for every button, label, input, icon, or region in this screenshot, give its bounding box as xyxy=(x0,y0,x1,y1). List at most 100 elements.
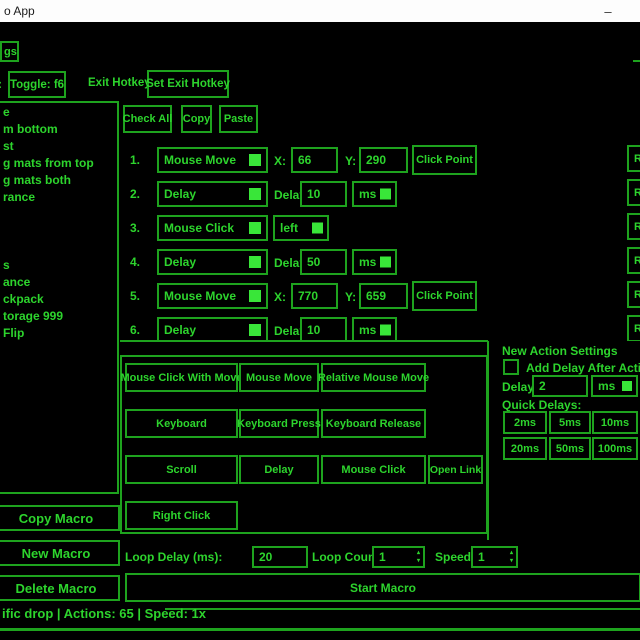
relative-mouse-move-button[interactable]: Relative Mouse Move xyxy=(321,363,426,392)
quick-delay-button[interactable]: 20ms xyxy=(503,437,547,460)
spinner-down-icon[interactable]: ▾ xyxy=(417,557,420,565)
paste-button[interactable]: Paste xyxy=(219,105,258,133)
x-label: X: xyxy=(274,154,286,168)
spinner-down-icon[interactable]: ▾ xyxy=(510,557,513,565)
action-type-dropdown[interactable]: Mouse Move xyxy=(157,147,268,173)
action-list-bottom-divider xyxy=(120,340,488,342)
right-click-button[interactable]: Right Click xyxy=(125,501,238,530)
action-type-dropdown[interactable]: Delay xyxy=(157,249,268,275)
remove-button[interactable]: R xyxy=(627,179,640,206)
list-item[interactable]: torage 999 xyxy=(3,309,117,326)
tabstrip-edge-divider xyxy=(633,60,640,62)
remove-button[interactable]: R xyxy=(627,315,640,341)
action-type-value: Delay xyxy=(164,323,196,337)
remove-button[interactable]: R xyxy=(627,213,640,240)
unit-dropdown[interactable]: ms xyxy=(352,317,397,341)
statusbar-top-divider xyxy=(165,608,640,610)
list-item[interactable]: ckpack xyxy=(3,292,117,309)
list-item[interactable]: rance xyxy=(3,190,117,207)
click-point-button[interactable]: Click Point xyxy=(412,281,477,311)
hotkey-label-fragment: : xyxy=(0,77,2,91)
remove-button[interactable]: R xyxy=(627,281,640,308)
add-delay-checkbox[interactable] xyxy=(503,359,519,375)
list-item[interactable]: m bottom xyxy=(3,122,117,139)
spinner-up-icon[interactable]: ▴ xyxy=(417,549,420,557)
delay-button[interactable]: Delay xyxy=(239,455,319,484)
title-bar: o App – xyxy=(0,0,640,22)
loop-delay-input[interactable]: 20 xyxy=(252,546,308,568)
dropdown-indicator-icon xyxy=(249,290,261,302)
keyboard-press-button[interactable]: Keyboard Press xyxy=(239,409,319,438)
list-item[interactable]: e xyxy=(3,105,117,122)
status-text: ific drop | Actions: 65 | Speed: 1x xyxy=(2,606,206,621)
action-number: 2. xyxy=(130,187,140,201)
x-input[interactable]: 66 xyxy=(291,147,338,173)
y-input[interactable]: 659 xyxy=(359,283,408,309)
keyboard-button[interactable]: Keyboard xyxy=(125,409,238,438)
delay-input[interactable]: 50 xyxy=(300,249,347,275)
toggle-hotkey-button[interactable]: Toggle: f6 xyxy=(8,71,66,98)
list-item[interactable] xyxy=(3,207,117,224)
settings-delay-unit-dropdown[interactable]: ms xyxy=(591,375,638,397)
new-action-settings-title: New Action Settings xyxy=(502,344,618,358)
macro-listbox[interactable]: e m bottom st g mats from top g mats bot… xyxy=(0,101,119,494)
unit-dropdown[interactable]: ms xyxy=(352,181,397,207)
delay-input[interactable]: 10 xyxy=(300,317,347,341)
list-item[interactable]: g mats from top xyxy=(3,156,117,173)
loop-delay-label: Loop Delay (ms): xyxy=(125,550,222,564)
set-exit-hotkey-button[interactable]: Set Exit Hotkey xyxy=(147,70,229,98)
x-input[interactable]: 770 xyxy=(291,283,338,309)
open-link-button[interactable]: Open Link xyxy=(428,455,483,484)
spinner-up-icon[interactable]: ▴ xyxy=(510,549,513,557)
action-type-value: Mouse Move xyxy=(164,153,236,167)
dropdown-indicator-icon xyxy=(249,324,261,336)
mouse-click-button[interactable]: Mouse Click xyxy=(321,455,426,484)
quick-delay-button[interactable]: 50ms xyxy=(549,437,591,460)
click-point-button[interactable]: Click Point xyxy=(412,145,477,175)
list-item[interactable]: g mats both xyxy=(3,173,117,190)
mouse-click-with-move-button[interactable]: Mouse Click With Move xyxy=(125,363,238,392)
delay-input[interactable]: 10 xyxy=(300,181,347,207)
minimize-button[interactable]: – xyxy=(592,0,624,22)
copy-button[interactable]: Copy xyxy=(181,105,212,133)
start-macro-button[interactable]: Start Macro xyxy=(125,573,640,602)
delete-macro-button[interactable]: Delete Macro xyxy=(0,575,120,601)
list-item[interactable]: s xyxy=(3,258,117,275)
settings-delay-input[interactable]: 2 xyxy=(532,375,588,397)
list-item[interactable]: st xyxy=(3,139,117,156)
spinner-arrows: ▴ ▾ xyxy=(510,549,513,565)
action-type-dropdown[interactable]: Mouse Click xyxy=(157,215,268,241)
speed-spinner[interactable]: 1 ▴ ▾ xyxy=(471,546,518,568)
tab-settings[interactable]: gs xyxy=(0,41,19,62)
dropdown-indicator-icon xyxy=(249,188,261,200)
remove-button[interactable]: R xyxy=(627,247,640,274)
quick-delay-button[interactable]: 5ms xyxy=(549,411,591,434)
spinner-arrows: ▴ ▾ xyxy=(417,549,420,565)
scroll-button[interactable]: Scroll xyxy=(125,455,238,484)
loop-count-spinner[interactable]: 1 ▴ ▾ xyxy=(372,546,425,568)
action-type-dropdown[interactable]: Delay xyxy=(157,181,268,207)
quick-delay-button[interactable]: 100ms xyxy=(592,437,638,460)
action-type-dropdown[interactable]: Delay xyxy=(157,317,268,341)
new-macro-button[interactable]: New Macro xyxy=(0,540,120,566)
remove-button[interactable]: R xyxy=(627,145,640,172)
speed-value: 1 xyxy=(478,550,485,564)
keyboard-release-button[interactable]: Keyboard Release xyxy=(321,409,426,438)
mouse-move-button[interactable]: Mouse Move xyxy=(239,363,319,392)
list-item[interactable]: Flip xyxy=(3,326,117,343)
quick-delay-button[interactable]: 10ms xyxy=(592,411,638,434)
mouse-button-dropdown[interactable]: left xyxy=(273,215,329,241)
action-type-value: Mouse Move xyxy=(164,289,236,303)
y-input[interactable]: 290 xyxy=(359,147,408,173)
statusbar-bottom-divider xyxy=(0,628,640,631)
list-item[interactable] xyxy=(3,241,117,258)
dropdown-indicator-icon xyxy=(249,256,261,268)
quick-delay-button[interactable]: 2ms xyxy=(503,411,547,434)
unit-dropdown[interactable]: ms xyxy=(352,249,397,275)
list-item[interactable]: ance xyxy=(3,275,117,292)
copy-macro-button[interactable]: Copy Macro xyxy=(0,505,120,531)
check-all-button[interactable]: Check All xyxy=(123,105,172,133)
list-item[interactable] xyxy=(3,224,117,241)
loop-count-value: 1 xyxy=(379,550,386,564)
action-type-dropdown[interactable]: Mouse Move xyxy=(157,283,268,309)
